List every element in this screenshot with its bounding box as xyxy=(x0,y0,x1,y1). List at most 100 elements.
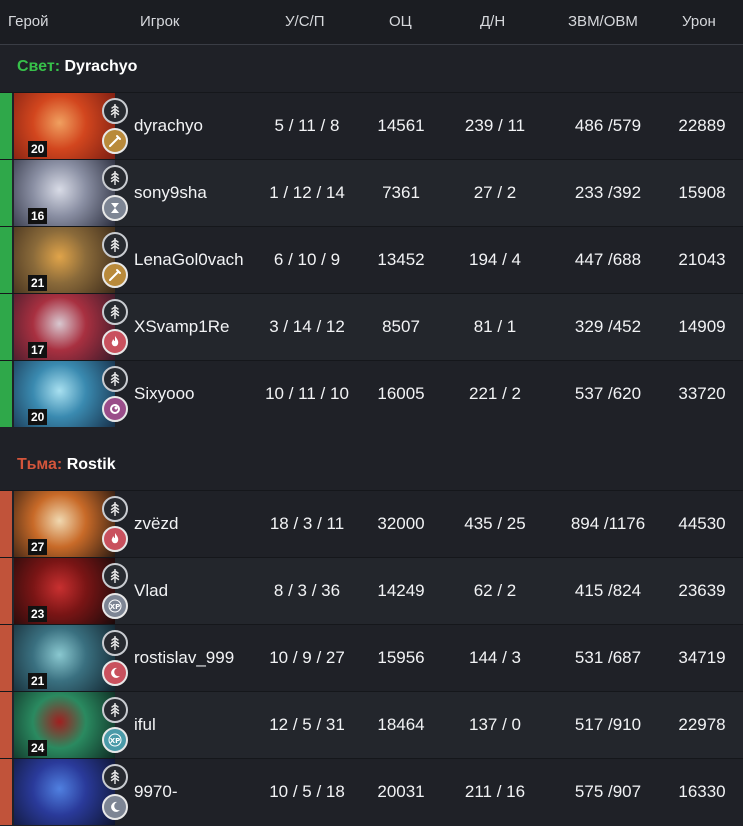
hero-portrait[interactable]: 21 xyxy=(14,227,115,293)
team-stripe xyxy=(0,294,12,360)
lh-dn-value: 144 / 3 xyxy=(469,648,521,667)
kda-value: 3 / 14 / 12 xyxy=(269,317,345,336)
team-captain-light: Dyrachyo xyxy=(64,58,138,75)
player-row[interactable]: 16 sony9sha 1 / 12 / 14 7361 27 / 2 233 /392 1… xyxy=(0,159,743,227)
kda-value: 10 / 5 / 18 xyxy=(269,782,345,801)
team-label-light: Свет: Dyrachyo xyxy=(17,58,137,76)
player-row[interactable]: 23 XP Vlad 8 / 3 / 36 14249 62 / 2 415 /824 236… xyxy=(0,557,743,625)
player-name[interactable]: dyrachyo xyxy=(134,93,203,159)
team-stripe xyxy=(0,491,12,557)
player-row[interactable]: 21 LenaGol0vach 6 / 10 / 9 13452 194 / 4 447 … xyxy=(0,226,743,294)
networth-value: 32000 xyxy=(377,514,425,533)
hero-level: 20 xyxy=(28,141,48,157)
player-row[interactable]: 20 dyrachyo 5 / 11 / 8 14561 239 / 11 486 /57… xyxy=(0,92,743,160)
hero-portrait[interactable]: 23 xyxy=(14,558,115,624)
networth-value: 18464 xyxy=(377,715,425,734)
kda-value: 18 / 3 / 11 xyxy=(269,514,345,533)
player-name[interactable]: XSvamp1Re xyxy=(134,294,229,360)
networth-value: 20031 xyxy=(377,782,425,801)
moon-icon xyxy=(102,794,128,820)
networth-value: 8507 xyxy=(382,317,420,336)
support-icon xyxy=(102,697,128,723)
table-header: Герой Игрок У/С/П ОЦ Д/Н ЗВМ/ОВМ Урон xyxy=(0,0,743,45)
kda-value: 12 / 5 / 31 xyxy=(269,715,345,734)
xp-icon: XP xyxy=(102,727,128,753)
support-icon xyxy=(102,232,128,258)
gpm-xpm-value: 575 /907 xyxy=(574,782,642,801)
hero-level: 24 xyxy=(28,740,48,756)
networth-value: 15956 xyxy=(377,648,425,667)
gpm-xpm-value: 233 /392 xyxy=(574,183,642,202)
fire-icon xyxy=(102,329,128,355)
networth-value: 14249 xyxy=(377,581,425,600)
hero-portrait[interactable]: 20 xyxy=(14,361,115,427)
player-name[interactable]: 9970- xyxy=(134,759,177,825)
player-row[interactable]: 20 Sixyooo 10 / 11 / 10 16005 221 / 2 537 /62… xyxy=(0,360,743,428)
team-side-light: Свет: xyxy=(17,58,61,75)
player-row[interactable]: 24 XP iful 12 / 5 / 31 18464 137 / 0 517 /910 2… xyxy=(0,691,743,759)
hero-portrait[interactable]: 20 xyxy=(14,93,115,159)
player-name[interactable]: Sixyooo xyxy=(134,361,194,427)
hero-level: 16 xyxy=(28,208,48,224)
player-name[interactable]: sony9sha xyxy=(134,160,207,226)
lh-dn-value: 211 / 16 xyxy=(464,782,526,801)
support-icon xyxy=(102,496,128,522)
player-row[interactable]: 27 zvëzd 18 / 3 / 11 32000 435 / 25 894 /1176… xyxy=(0,490,743,558)
gpm-xpm-value: 486 /579 xyxy=(574,116,642,135)
player-name[interactable]: rostislav_999 xyxy=(134,625,234,691)
moon-icon xyxy=(102,660,128,686)
hero-level: 21 xyxy=(28,673,48,689)
player-row[interactable]: 9970- 10 / 5 / 18 20031 211 / 16 575 /907 163… xyxy=(0,758,743,826)
player-name[interactable]: zvëzd xyxy=(134,491,178,557)
damage-value: 23639 xyxy=(678,581,726,600)
col-networth[interactable]: ОЦ xyxy=(389,0,412,44)
hero-level: 27 xyxy=(28,539,48,555)
damage-value: 34719 xyxy=(678,648,726,667)
hourglass-icon xyxy=(102,195,128,221)
player-row[interactable]: 17 XSvamp1Re 3 / 14 / 12 8507 81 / 1 329 /452… xyxy=(0,293,743,361)
col-player[interactable]: Игрок xyxy=(140,0,180,44)
hero-portrait[interactable]: 16 xyxy=(14,160,115,226)
damage-value: 16330 xyxy=(678,782,726,801)
col-damage[interactable]: Урон xyxy=(682,0,716,44)
gpm-xpm-value: 447 /688 xyxy=(574,250,642,269)
damage-value: 22889 xyxy=(678,116,726,135)
player-name[interactable]: LenaGol0vach xyxy=(134,227,244,293)
carry-icon xyxy=(102,128,128,154)
col-gpm-xpm[interactable]: ЗВМ/ОВМ xyxy=(568,0,638,44)
player-row[interactable]: 21 rostislav_999 10 / 9 / 27 15956 144 / 3 53… xyxy=(0,624,743,692)
player-name[interactable]: iful xyxy=(134,692,156,758)
hero-portrait[interactable]: 24 xyxy=(14,692,115,758)
damage-value: 22978 xyxy=(678,715,726,734)
hero-portrait[interactable] xyxy=(14,759,115,825)
hero-portrait[interactable]: 21 xyxy=(14,625,115,691)
kda-value: 10 / 11 / 10 xyxy=(265,384,349,403)
hero-level: 23 xyxy=(28,606,48,622)
team-stripe xyxy=(0,625,12,691)
hero-portrait[interactable]: 17 xyxy=(14,294,115,360)
lh-dn-value: 239 / 11 xyxy=(464,116,526,135)
col-lh-dn[interactable]: Д/Н xyxy=(480,0,505,44)
xp-icon: XP xyxy=(102,593,128,619)
col-hero[interactable]: Герой xyxy=(8,0,49,44)
networth-value: 7361 xyxy=(382,183,420,202)
support-icon xyxy=(102,98,128,124)
support-icon xyxy=(102,764,128,790)
fire-icon xyxy=(102,526,128,552)
team-stripe xyxy=(0,227,12,293)
networth-value: 13452 xyxy=(377,250,425,269)
lh-dn-value: 194 / 4 xyxy=(469,250,521,269)
hero-portrait[interactable]: 27 xyxy=(14,491,115,557)
lh-dn-value: 221 / 2 xyxy=(469,384,521,403)
player-name[interactable]: Vlad xyxy=(134,558,168,624)
support-icon xyxy=(102,366,128,392)
kda-value: 10 / 9 / 27 xyxy=(269,648,345,667)
kda-value: 8 / 3 / 36 xyxy=(273,581,341,600)
networth-value: 16005 xyxy=(377,384,425,403)
svg-text:XP: XP xyxy=(110,603,121,611)
gpm-xpm-value: 537 /620 xyxy=(574,384,642,403)
col-kda[interactable]: У/С/П xyxy=(285,0,324,44)
team-stripe xyxy=(0,361,12,427)
hero-level: 20 xyxy=(28,409,48,425)
gpm-xpm-value: 517 /910 xyxy=(574,715,642,734)
